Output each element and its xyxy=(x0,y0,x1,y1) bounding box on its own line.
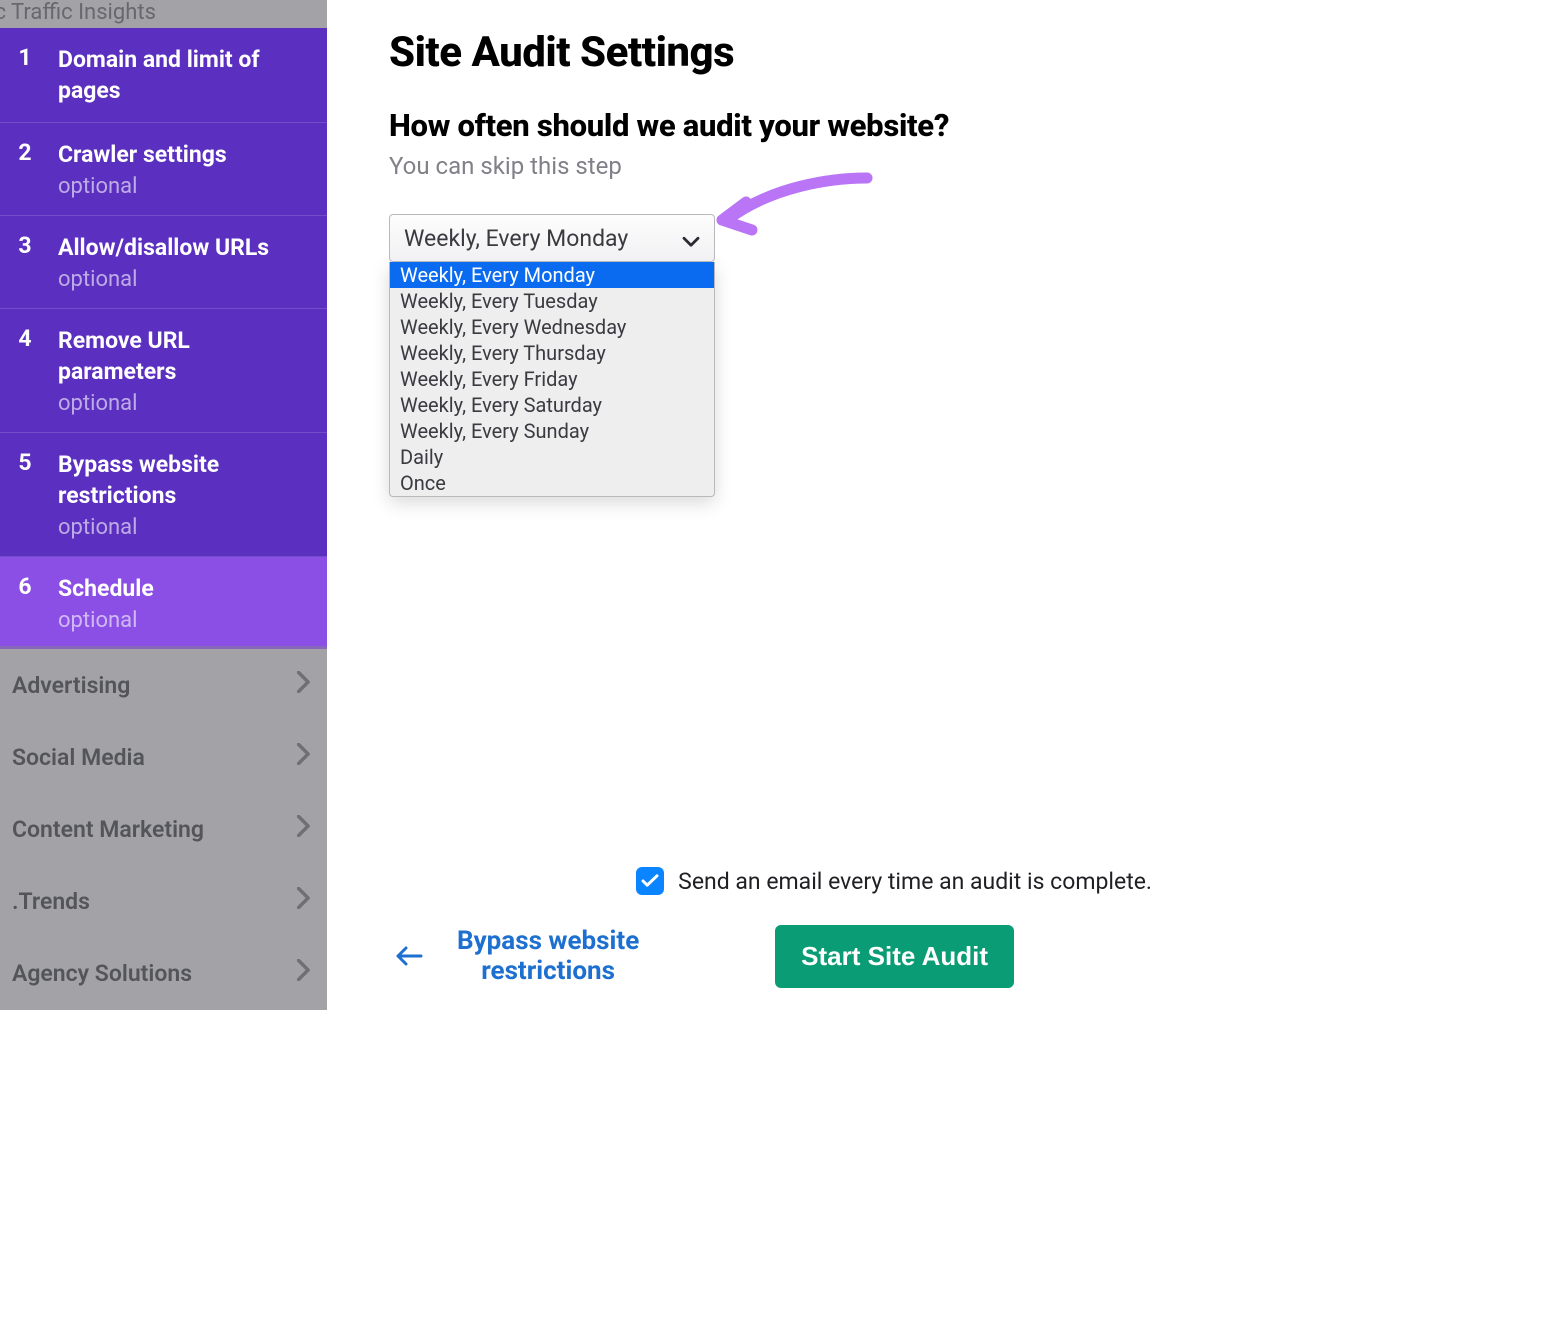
nav-content-marketing[interactable]: Content Marketing xyxy=(0,793,327,865)
nav-item-label: Agency Solutions xyxy=(12,960,192,987)
wizard-step-optional: optional xyxy=(58,608,313,633)
email-notification-row: Send an email every time an audit is com… xyxy=(327,867,1164,925)
schedule-subnote: You can skip this step xyxy=(389,152,1180,180)
schedule-option-monday[interactable]: Weekly, Every Monday xyxy=(390,262,714,288)
main-content: Site Audit Settings How often should we … xyxy=(327,0,1180,1010)
schedule-option-saturday[interactable]: Weekly, Every Saturday xyxy=(390,392,714,418)
chevron-right-icon xyxy=(297,815,311,843)
wizard-step-crawler[interactable]: 2 Crawler settings optional xyxy=(0,123,327,216)
wizard-step-number: 3 xyxy=(14,232,36,292)
schedule-option-thursday[interactable]: Weekly, Every Thursday xyxy=(390,340,714,366)
chevron-right-icon xyxy=(297,743,311,771)
wizard-step-title: Domain and limit of pages xyxy=(58,44,313,106)
footer: Send an email every time an audit is com… xyxy=(327,867,1180,1010)
sidebar-top-fragment: anic Traffic Insights xyxy=(0,0,327,28)
sidebar-nav: Advertising Social Media Content Marketi… xyxy=(0,649,327,1009)
back-button-label-line1: Bypass website xyxy=(457,926,639,956)
back-button[interactable]: Bypass website restrictions xyxy=(395,927,639,987)
wizard-step-remove-params[interactable]: 4 Remove URL parameters optional xyxy=(0,309,327,433)
back-button-label: Bypass website restrictions xyxy=(457,927,639,987)
wizard-step-title: Schedule xyxy=(58,573,313,604)
wizard-step-domain[interactable]: 1 Domain and limit of pages xyxy=(0,28,327,123)
wizard-step-optional: optional xyxy=(58,391,313,416)
schedule-option-wednesday[interactable]: Weekly, Every Wednesday xyxy=(390,314,714,340)
nav-advertising[interactable]: Advertising xyxy=(0,649,327,721)
wizard-step-number: 6 xyxy=(14,573,36,633)
schedule-dropdown-value: Weekly, Every Monday xyxy=(404,225,628,252)
nav-item-label: Social Media xyxy=(12,744,145,771)
back-button-label-line2: restrictions xyxy=(481,956,615,986)
nav-trends[interactable]: .Trends xyxy=(0,865,327,937)
wizard-step-optional: optional xyxy=(58,267,313,292)
nav-agency-solutions[interactable]: Agency Solutions xyxy=(0,937,327,1009)
email-checkbox[interactable] xyxy=(636,867,664,895)
schedule-question: How often should we audit your website? xyxy=(389,107,1180,144)
wizard-step-number: 1 xyxy=(14,44,36,106)
footer-actions: Bypass website restrictions Start Site A… xyxy=(327,925,1164,988)
wizard-steps: 1 Domain and limit of pages 2 Crawler se… xyxy=(0,28,327,649)
wizard-step-schedule[interactable]: 6 Schedule optional xyxy=(0,557,327,649)
wizard-step-number: 5 xyxy=(14,449,36,540)
chevron-right-icon xyxy=(297,887,311,915)
nav-item-label: .Trends xyxy=(12,888,90,915)
wizard-step-optional: optional xyxy=(58,174,313,199)
start-site-audit-button[interactable]: Start Site Audit xyxy=(775,925,1014,988)
schedule-option-tuesday[interactable]: Weekly, Every Tuesday xyxy=(390,288,714,314)
nav-item-label: Advertising xyxy=(12,672,130,699)
schedule-option-sunday[interactable]: Weekly, Every Sunday xyxy=(390,418,714,444)
wizard-step-bypass[interactable]: 5 Bypass website restrictions optional xyxy=(0,433,327,557)
wizard-step-number: 4 xyxy=(14,325,36,416)
wizard-step-optional: optional xyxy=(58,515,313,540)
wizard-step-allow-urls[interactable]: 3 Allow/disallow URLs optional xyxy=(0,216,327,309)
sidebar-top-fragment-text: anic Traffic Insights xyxy=(0,0,156,25)
arrow-left-icon xyxy=(395,940,423,973)
wizard-step-title: Remove URL parameters xyxy=(58,325,313,387)
wizard-step-title: Crawler settings xyxy=(58,139,313,170)
sidebar: anic Traffic Insights 1 Domain and limit… xyxy=(0,0,327,1010)
email-checkbox-label: Send an email every time an audit is com… xyxy=(678,868,1152,895)
page-title: Site Audit Settings xyxy=(389,28,1180,77)
nav-social-media[interactable]: Social Media xyxy=(0,721,327,793)
chevron-down-icon xyxy=(682,227,700,254)
schedule-option-once[interactable]: Once xyxy=(390,470,714,496)
wizard-step-number: 2 xyxy=(14,139,36,199)
schedule-dropdown[interactable]: Weekly, Every Monday xyxy=(389,214,715,262)
chevron-right-icon xyxy=(297,959,311,987)
wizard-step-title: Allow/disallow URLs xyxy=(58,232,313,263)
chevron-right-icon xyxy=(297,671,311,699)
schedule-option-friday[interactable]: Weekly, Every Friday xyxy=(390,366,714,392)
nav-item-label: Content Marketing xyxy=(12,816,204,843)
wizard-step-title: Bypass website restrictions xyxy=(58,449,313,511)
schedule-dropdown-options: Weekly, Every Monday Weekly, Every Tuesd… xyxy=(389,262,715,497)
schedule-option-daily[interactable]: Daily xyxy=(390,444,714,470)
